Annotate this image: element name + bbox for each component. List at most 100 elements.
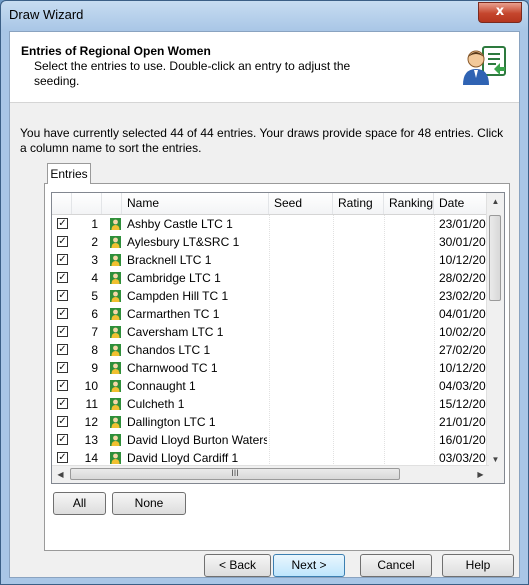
table-row[interactable]: ✓ 6 Carmarthen TC 1 04/01/201 — [52, 305, 491, 323]
table-row[interactable]: ✓ 11 Culcheth 1 15/12/201 — [52, 395, 491, 413]
table-row[interactable]: ✓ 4 Cambridge LTC 1 28/02/201 — [52, 269, 491, 287]
entry-date: 21/01/201 — [439, 415, 491, 429]
person-icon — [110, 308, 121, 320]
entry-name: Connaught 1 — [127, 379, 196, 393]
entry-date: 10/12/201 — [439, 253, 491, 267]
scroll-left-arrow-icon[interactable]: ◀ — [52, 466, 69, 483]
person-icon — [110, 362, 121, 374]
row-checkbox[interactable]: ✓ — [57, 272, 68, 283]
row-checkbox[interactable]: ✓ — [57, 416, 68, 427]
page-subtitle: Select the entries to use. Double-click … — [34, 59, 351, 88]
person-icon — [110, 416, 121, 428]
selection-info: You have currently selected 44 of 44 ent… — [20, 126, 504, 155]
entry-date: 27/02/201 — [439, 343, 491, 357]
scroll-up-arrow-icon[interactable]: ▲ — [487, 193, 504, 210]
column-header-name[interactable]: Name — [122, 193, 269, 214]
table-row[interactable]: ✓ 7 Caversham LTC 1 10/02/201 — [52, 323, 491, 341]
column-header-rating[interactable]: Rating — [333, 193, 384, 214]
next-button[interactable]: Next > — [273, 554, 345, 577]
tab-entries[interactable]: Entries — [47, 163, 91, 184]
person-icon — [110, 452, 121, 464]
wizard-users-icon — [463, 46, 506, 85]
back-button[interactable]: < Back — [204, 554, 271, 577]
entry-name: Cambridge LTC 1 — [127, 271, 221, 285]
row-number: 4 — [91, 271, 98, 285]
horizontal-scroll-thumb[interactable]: III — [70, 468, 400, 480]
entry-name: Carmarthen TC 1 — [127, 307, 220, 321]
table-row[interactable]: ✓ 5 Campden Hill TC 1 23/02/201 — [52, 287, 491, 305]
help-button[interactable]: Help — [442, 554, 514, 577]
title-bar: Draw Wizard x — [1, 1, 528, 31]
cancel-button[interactable]: Cancel — [360, 554, 432, 577]
table-row[interactable]: ✓ 3 Bracknell LTC 1 10/12/201 — [52, 251, 491, 269]
row-checkbox[interactable]: ✓ — [57, 308, 68, 319]
column-header-date[interactable]: Date — [434, 193, 491, 214]
horizontal-scrollbar[interactable]: ◀ III ▶ — [52, 465, 489, 483]
entry-date: 10/02/201 — [439, 325, 491, 339]
close-button[interactable]: x — [478, 2, 522, 23]
window-title: Draw Wizard — [9, 7, 84, 22]
row-number: 1 — [91, 217, 98, 231]
entry-name: David Lloyd Burton Waters 1 — [127, 433, 267, 447]
person-icon — [110, 254, 121, 266]
table-row[interactable]: ✓ 10 Connaught 1 04/03/201 — [52, 377, 491, 395]
table-row[interactable]: ✓ 9 Charnwood TC 1 10/12/201 — [52, 359, 491, 377]
entries-grid[interactable]: Name Seed Rating Ranking Date ✓ 1 Ashby Ca… — [51, 192, 505, 484]
table-row[interactable]: ✓ 12 Dallington LTC 1 21/01/201 — [52, 413, 491, 431]
header-icon-col — [102, 193, 122, 214]
row-checkbox[interactable]: ✓ — [57, 344, 68, 355]
grid-rows: ✓ 1 Ashby Castle LTC 1 23/01/201 ✓ 2 Aylesbury… — [52, 215, 491, 468]
entry-date: 15/12/201 — [439, 397, 491, 411]
row-number: 7 — [91, 325, 98, 339]
entry-name: Dallington LTC 1 — [127, 415, 216, 429]
table-row[interactable]: ✓ 13 David Lloyd Burton Waters 1 16/01/201 — [52, 431, 491, 449]
wizard-body: Entries of Regional Open Women Select th… — [9, 31, 520, 578]
row-checkbox[interactable]: ✓ — [57, 290, 68, 301]
entry-date: 23/02/201 — [439, 289, 491, 303]
row-number: 6 — [91, 307, 98, 321]
row-checkbox[interactable]: ✓ — [57, 326, 68, 337]
row-checkbox[interactable]: ✓ — [57, 452, 68, 463]
row-number: 10 — [84, 379, 98, 393]
table-row[interactable]: ✓ 2 Aylesbury LT&SRC 1 30/01/201 — [52, 233, 491, 251]
entry-name: Aylesbury LT&SRC 1 — [127, 235, 240, 249]
row-checkbox[interactable]: ✓ — [57, 398, 68, 409]
table-row[interactable]: ✓ 1 Ashby Castle LTC 1 23/01/201 — [52, 215, 491, 233]
select-all-button[interactable]: All — [53, 492, 106, 515]
select-none-button[interactable]: None — [112, 492, 186, 515]
entry-date: 10/12/201 — [439, 361, 491, 375]
entry-date: 16/01/201 — [439, 433, 491, 447]
person-icon — [110, 272, 121, 284]
header-number-col — [72, 193, 102, 214]
row-number: 12 — [84, 415, 98, 429]
entry-date: 28/02/201 — [439, 271, 491, 285]
table-row[interactable]: ✓ 8 Chandos LTC 1 27/02/201 — [52, 341, 491, 359]
draw-wizard-window: Draw Wizard x Entries of Regional Open W… — [0, 0, 529, 585]
header-check-col — [52, 193, 72, 214]
wizard-header: Entries of Regional Open Women Select th… — [10, 32, 519, 103]
row-checkbox[interactable]: ✓ — [57, 362, 68, 373]
vertical-scroll-thumb[interactable] — [489, 215, 501, 301]
row-checkbox[interactable]: ✓ — [57, 434, 68, 445]
entry-name: Ashby Castle LTC 1 — [127, 217, 233, 231]
row-checkbox[interactable]: ✓ — [57, 380, 68, 391]
entry-name: Culcheth 1 — [127, 397, 185, 411]
row-number: 8 — [91, 343, 98, 357]
person-icon — [110, 380, 121, 392]
row-number: 13 — [84, 433, 98, 447]
entry-name: Bracknell LTC 1 — [127, 253, 212, 267]
grid-header: Name Seed Rating Ranking Date — [52, 193, 491, 215]
vertical-scrollbar[interactable]: ▲ ▼ — [486, 193, 504, 468]
entry-name: Caversham LTC 1 — [127, 325, 224, 339]
column-header-seed[interactable]: Seed — [269, 193, 333, 214]
person-icon — [110, 290, 121, 302]
person-icon — [110, 398, 121, 410]
column-header-ranking[interactable]: Ranking — [384, 193, 434, 214]
row-number: 11 — [85, 397, 98, 411]
row-checkbox[interactable]: ✓ — [57, 218, 68, 229]
entry-name: Campden Hill TC 1 — [127, 289, 229, 303]
person-icon — [110, 326, 121, 338]
row-checkbox[interactable]: ✓ — [57, 254, 68, 265]
row-checkbox[interactable]: ✓ — [57, 236, 68, 247]
entry-date: 04/03/201 — [439, 379, 491, 393]
